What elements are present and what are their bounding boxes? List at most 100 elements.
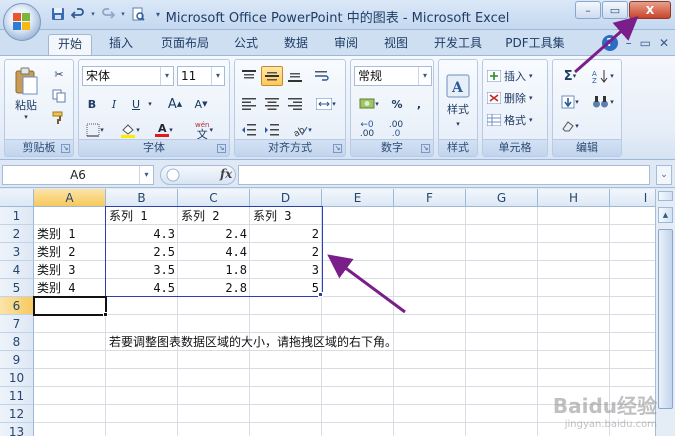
percent-button[interactable]: % [387,94,407,114]
accounting-format-button[interactable]: ▾ [354,94,384,114]
tab-review[interactable]: 审阅 [326,34,366,55]
tab-view[interactable]: 视图 [376,34,416,55]
tab-home[interactable]: 开始 [48,34,92,55]
insert-cells-button[interactable]: 插入 ▾ [486,66,546,86]
column-header-h[interactable]: H [538,189,610,207]
select-all-corner[interactable] [0,189,34,207]
row-header-6[interactable]: 6 [0,297,34,315]
active-cell[interactable] [33,296,107,316]
column-header-i[interactable]: I [610,189,655,207]
font-size-combo[interactable]: 11 ▾ [177,66,225,86]
styles-button[interactable]: A 样式 ▾ [442,66,474,136]
row-header-9[interactable]: 9 [0,351,34,369]
row-header-1[interactable]: 1 [0,207,34,225]
name-box[interactable]: A6 ▾ [2,165,154,185]
delete-cells-button[interactable]: 删除 ▾ [486,88,546,108]
column-header-c[interactable]: C [178,189,250,207]
align-right-button[interactable] [284,94,306,114]
cell-b8-note[interactable]: 若要调整图表数据区域的大小，请拖拽区域的右下角。 [106,333,506,351]
cell-a5[interactable]: 类别 4 [34,279,106,297]
increase-decimal-button[interactable]: ←0.00 [354,120,380,140]
tab-data[interactable]: 数据 [276,34,316,55]
scroll-thumb[interactable] [658,229,673,409]
row-header-11[interactable]: 11 [0,387,34,405]
cell-a4[interactable]: 类别 3 [34,261,106,279]
shrink-font-button[interactable]: A ▼ [189,94,213,114]
italic-button[interactable]: I [104,94,124,114]
alignment-launcher-icon[interactable]: ↘ [333,144,342,153]
formula-input[interactable] [238,165,650,185]
wrap-text-icon[interactable] [311,66,333,86]
borders-button[interactable]: ▾ [82,120,108,140]
bold-button[interactable]: B [82,94,102,114]
merge-center-button[interactable]: ▾ [311,94,341,114]
clipboard-launcher-icon[interactable]: ↘ [61,144,70,153]
help-icon[interactable]: ? [601,35,618,51]
fill-color-button[interactable]: ▾ [115,120,145,140]
column-header-a[interactable]: A [34,189,106,207]
cut-icon[interactable]: ✂ [49,64,69,84]
align-left-button[interactable] [238,94,260,114]
tab-page-layout[interactable]: 页面布局 [152,34,218,55]
row-header-4[interactable]: 4 [0,261,34,279]
range-resize-handle[interactable] [318,292,323,297]
office-button[interactable] [3,3,41,41]
number-launcher-icon[interactable]: ↘ [421,144,430,153]
tab-pdf-tools[interactable]: PDF工具集 [500,34,570,55]
ribbon-restore-icon[interactable]: ▭ [640,36,651,50]
minimize-button[interactable]: – [575,1,601,19]
row-header-13[interactable]: 13 [0,423,34,436]
increase-indent-icon[interactable] [261,120,283,140]
font-name-combo[interactable]: 宋体 ▾ [82,66,174,86]
column-header-b[interactable]: B [106,189,178,207]
scroll-up-icon[interactable]: ▲ [658,207,673,223]
ribbon-minimize-icon[interactable]: – [626,36,632,50]
row-header-5[interactable]: 5 [0,279,34,297]
paste-button[interactable]: 粘贴 ▾ [9,64,43,124]
tab-formulas[interactable]: 公式 [226,34,266,55]
underline-dropdown-icon[interactable]: ▾ [146,94,154,114]
restore-button[interactable]: ▭ [602,1,628,19]
number-format-combo[interactable]: 常规 ▾ [354,66,432,86]
expand-formula-bar-icon[interactable]: ⌄ [656,165,672,185]
row-header-7[interactable]: 7 [0,315,34,333]
vertical-scrollbar[interactable]: ▲ [655,189,675,436]
comma-button[interactable]: , [409,94,429,114]
font-launcher-icon[interactable]: ↘ [217,144,226,153]
close-button[interactable]: X [629,1,671,19]
column-header-g[interactable]: G [466,189,538,207]
decrease-indent-icon[interactable] [238,120,260,140]
decrease-decimal-button[interactable]: .00.0 [383,120,409,140]
copy-icon[interactable] [49,86,69,106]
font-color-button[interactable]: A ▾ [149,120,179,140]
orientation-button[interactable]: ab ▾ [287,120,317,140]
align-bottom-button[interactable] [284,66,306,86]
column-header-e[interactable]: E [322,189,394,207]
format-painter-icon[interactable] [49,108,69,128]
phonetic-button[interactable]: wén 文 ▾ [187,120,221,140]
autosum-button[interactable]: Σ ▾ [556,66,584,86]
row-header-8[interactable]: 8 [0,333,34,351]
align-middle-button[interactable] [261,66,283,86]
align-center-button[interactable] [261,94,283,114]
format-cells-button[interactable]: 格式 ▾ [486,110,546,130]
tab-developer[interactable]: 开发工具 [426,34,490,55]
clear-button[interactable]: ▾ [556,116,584,136]
tab-insert[interactable]: 插入 [100,34,142,55]
split-box[interactable] [658,191,673,201]
row-header-10[interactable]: 10 [0,369,34,387]
grow-font-button[interactable]: A ▲ [163,94,187,114]
cell-a3[interactable]: 类别 2 [34,243,106,261]
align-top-button[interactable] [238,66,260,86]
column-header-f[interactable]: F [394,189,466,207]
ribbon-close-icon[interactable]: ✕ [659,36,669,50]
row-header-12[interactable]: 12 [0,405,34,423]
cell-a2[interactable]: 类别 1 [34,225,106,243]
fill-handle[interactable] [103,312,108,317]
sort-filter-button[interactable]: AZ ▾ [587,66,619,86]
find-select-button[interactable]: ▾ [587,92,619,112]
row-header-2[interactable]: 2 [0,225,34,243]
row-header-3[interactable]: 3 [0,243,34,261]
underline-button[interactable]: U [126,94,146,114]
column-header-d[interactable]: D [250,189,322,207]
